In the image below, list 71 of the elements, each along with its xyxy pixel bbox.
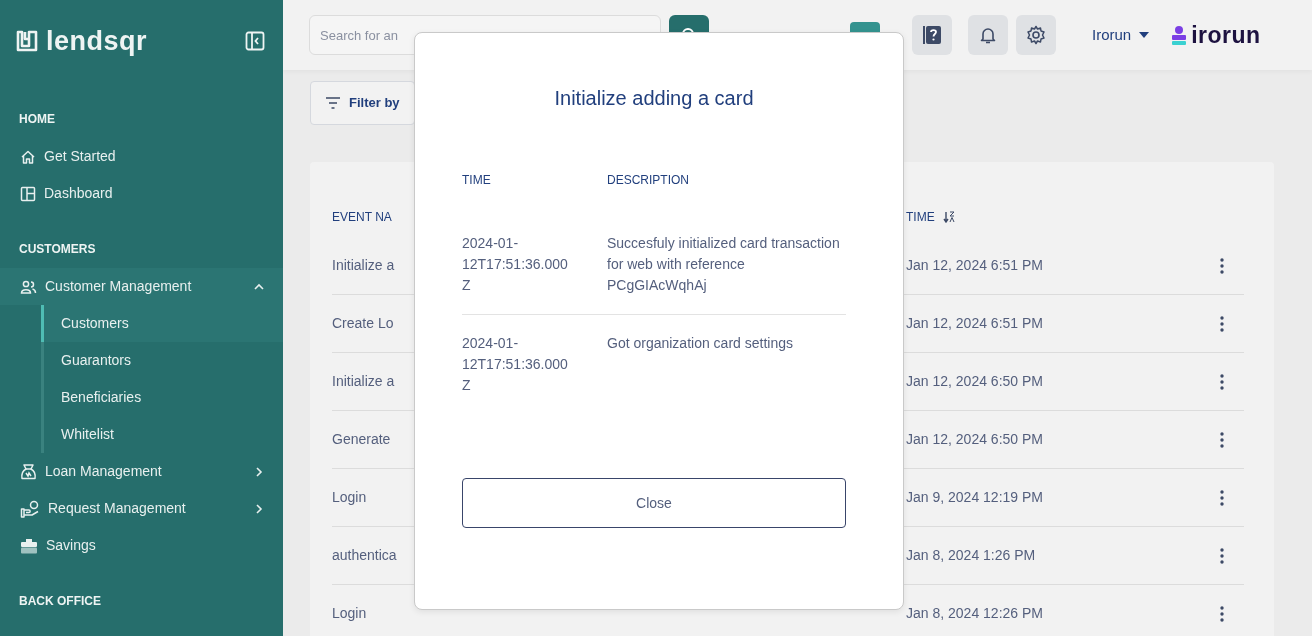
column-header: EVENT NA — [332, 210, 392, 224]
table-cell: Jan 8, 2024 1:26 PM — [906, 547, 1036, 563]
sidebar-item[interactable]: Request Management — [0, 490, 283, 527]
help-icon — [921, 24, 943, 46]
table-cell: Jan 12, 2024 6:51 PM — [906, 315, 1043, 331]
sidebar-item[interactable]: Get Started — [0, 138, 283, 175]
briefcase-icon — [20, 537, 38, 554]
close-button[interactable]: Close — [462, 478, 846, 528]
section-heading: BACK OFFICE — [18, 593, 102, 610]
sidebar-subitem[interactable]: Whitelist — [41, 416, 283, 453]
collapse-icon[interactable] — [245, 31, 265, 51]
notifications-button[interactable] — [968, 15, 1008, 55]
table-cell-text: Got organization card settings — [607, 334, 794, 353]
section-heading: HOME — [18, 111, 56, 128]
users-icon — [20, 278, 37, 295]
more-icon[interactable] — [1220, 257, 1224, 274]
brand-name: lendsqr — [46, 24, 148, 58]
sidebar-item[interactable]: Savings — [0, 527, 283, 564]
modal-title: Initialize adding a card — [553, 86, 755, 111]
user-menu[interactable]: Irorun — [1086, 22, 1156, 48]
table-cell: Jan 8, 2024 12:26 PM — [906, 605, 1043, 621]
column-header: TIME — [906, 209, 935, 226]
filter-icon — [325, 97, 341, 109]
table-cell: Initialize a — [332, 373, 395, 389]
help-button[interactable] — [912, 15, 952, 55]
table-cell: Initialize a — [332, 257, 395, 273]
more-icon[interactable] — [1220, 431, 1224, 448]
table-cell-text: Succesfuly initialized card transaction for web with reference PCgGIAcWqhAj — [607, 234, 841, 295]
filter-button[interactable]: Filter by — [310, 81, 415, 125]
sort-icon — [942, 211, 955, 223]
sidebar-label: Get Started — [44, 147, 116, 166]
sidebar-label: Customer Management — [45, 277, 192, 296]
table-cell: Login — [332, 489, 367, 505]
org-name: irorun — [1191, 20, 1261, 50]
home-icon — [20, 148, 36, 165]
money-bag-icon — [20, 463, 37, 480]
sidebar-subitem[interactable]: Guarantors — [41, 342, 283, 379]
hand-coin-icon — [20, 499, 40, 518]
section-heading: CUSTOMERS — [18, 241, 97, 258]
sidebar-item[interactable]: Loan Management — [0, 453, 283, 490]
table-cell: Generate — [332, 431, 391, 447]
table-cell: Jan 12, 2024 6:50 PM — [906, 373, 1043, 389]
sidebar-label: Request Management — [48, 499, 186, 518]
more-icon[interactable] — [1220, 489, 1224, 506]
table-cell: Jan 9, 2024 12:19 PM — [906, 489, 1043, 505]
column-header: TIME — [462, 172, 492, 189]
table-cell: Jan 12, 2024 6:51 PM — [906, 257, 1043, 273]
org-logo-icon — [1171, 25, 1188, 45]
settings-button[interactable] — [1016, 15, 1056, 55]
more-icon[interactable] — [1220, 547, 1224, 564]
table-cell-text: 2024-01-12T17:51:36.000Z — [462, 334, 569, 395]
table-cell: Create Lo — [332, 315, 394, 331]
sidebar-label: Savings — [46, 536, 96, 555]
table-cell: Login — [332, 605, 367, 621]
sidebar-item[interactable]: Dashboard — [0, 175, 283, 212]
more-icon[interactable] — [1220, 605, 1224, 622]
logo-icon — [16, 30, 38, 52]
sidebar-subitem[interactable]: Customers — [41, 305, 283, 342]
sidebar-subitem[interactable]: Beneficiaries — [41, 379, 283, 416]
sidebar-label: Dashboard — [44, 184, 113, 203]
more-icon[interactable] — [1220, 315, 1224, 332]
bell-icon — [978, 25, 998, 45]
table-cell: Jan 12, 2024 6:50 PM — [906, 431, 1043, 447]
caret-icon — [1139, 32, 1150, 38]
more-icon[interactable] — [1220, 373, 1224, 390]
dashboard-icon — [20, 185, 36, 202]
settings-icon — [1026, 25, 1046, 45]
table-cell-text: 2024-01-12T17:51:36.000Z — [462, 234, 569, 295]
column-header: DESCRIPTION — [607, 172, 689, 189]
table-cell: authentica — [332, 547, 397, 563]
sidebar-label: Loan Management — [45, 462, 162, 481]
